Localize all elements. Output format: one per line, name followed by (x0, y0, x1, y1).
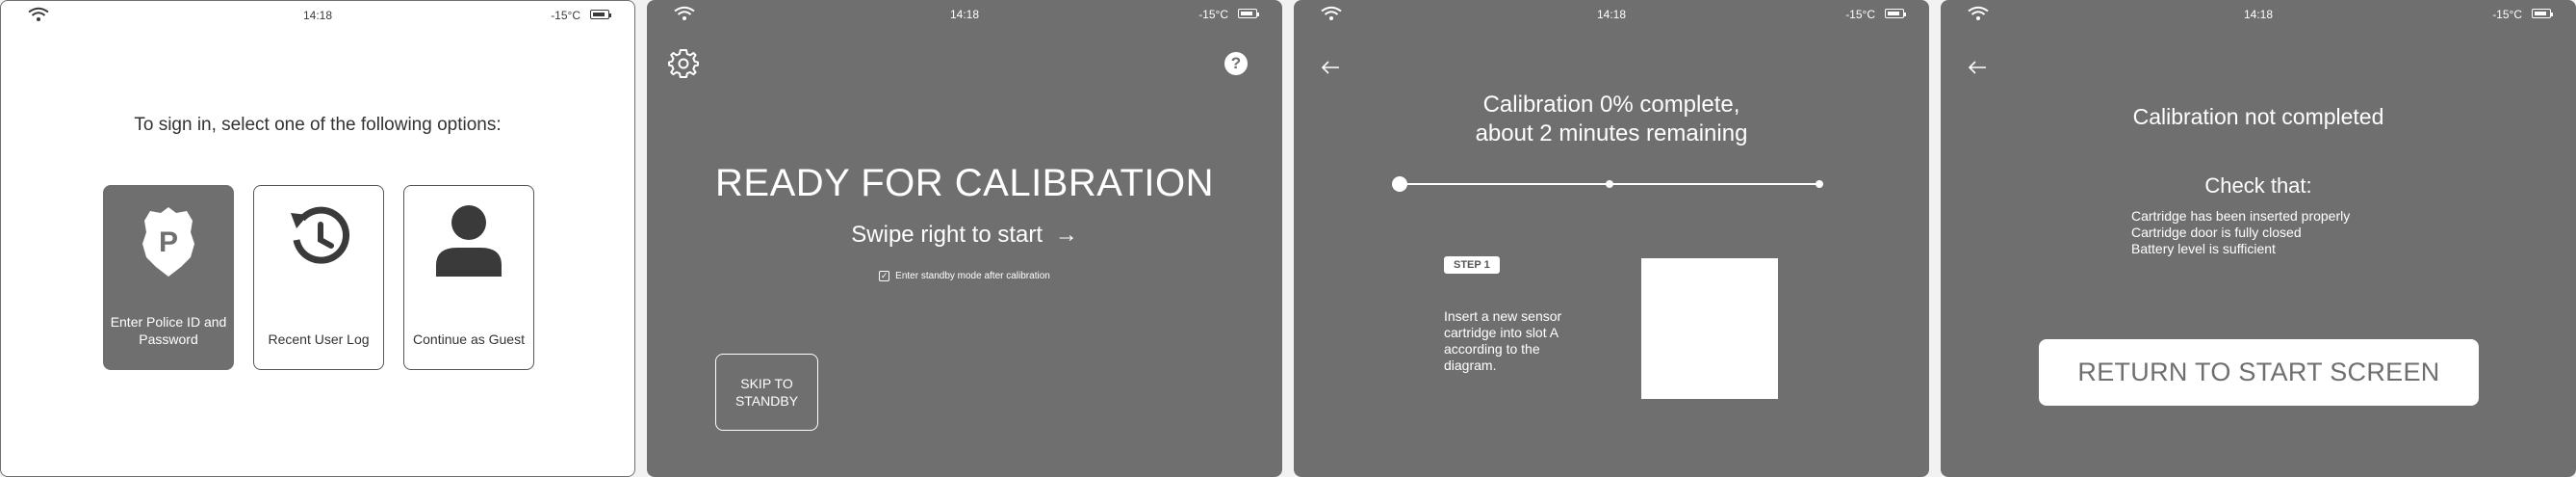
status-temperature: -15°C (551, 9, 580, 22)
status-bar: 14:18 -15°C (647, 0, 1282, 27)
standby-option[interactable]: ✓ Enter standby mode after calibration (647, 271, 1282, 281)
help-icon[interactable]: ? (1224, 52, 1248, 75)
recent-user-log-option[interactable]: Recent User Log (253, 185, 384, 370)
status-temperature: -15°C (1198, 8, 1228, 21)
return-to-start-button[interactable]: RETURN TO START SCREEN (2039, 339, 2479, 406)
continue-guest-label: Continue as Guest (413, 331, 525, 347)
ready-screen: 14:18 -15°C ? READY FOR CALIBRATION Swip… (647, 0, 1282, 477)
settings-gear-icon[interactable] (668, 48, 699, 79)
status-temperature: -15°C (1845, 8, 1875, 21)
signin-screen: 14:18 -15°C To sign in, select one of th… (0, 0, 635, 477)
person-icon (436, 205, 502, 277)
svg-text:P: P (159, 226, 178, 258)
check-heading: Check that: (2204, 173, 2312, 198)
check-list: Cartridge has been inserted properly Car… (2131, 208, 2350, 257)
police-id-option[interactable]: P Enter Police ID and Password (103, 185, 234, 370)
status-time: 14:18 (302, 9, 333, 22)
calibration-percent-line: Calibration 0% complete, (1482, 92, 1740, 118)
status-temperature: -15°C (2492, 8, 2522, 21)
recent-user-log-label: Recent User Log (268, 331, 370, 347)
check-item: Battery level is sufficient (2131, 241, 2276, 256)
battery-icon (590, 10, 611, 19)
battery-icon (2532, 9, 2553, 18)
standby-label: Enter standby mode after calibration (895, 271, 1050, 281)
police-badge-icon: P (142, 207, 194, 277)
status-bar: 14:18 -15°C (1294, 0, 1929, 27)
step-badge: STEP 1 (1444, 256, 1500, 274)
calibration-progress-bar (1392, 176, 1823, 192)
arrow-right-icon: → (1054, 222, 1078, 248)
calibration-failed-title: Calibration not completed (2132, 104, 2384, 129)
signin-prompt: To sign in, select one of the following … (134, 115, 502, 135)
back-arrow-icon[interactable] (1321, 60, 1340, 75)
status-bar: 14:18 -15°C (1, 1, 634, 28)
calibration-failed-screen: 14:18 -15°C Calibration not completed Ch… (1941, 0, 2576, 477)
skip-to-standby-button[interactable]: SKIP TO STANDBY (715, 354, 818, 431)
calibration-status-title: Calibration 0% complete, about 2 minutes… (1294, 91, 1929, 148)
status-time: 14:18 (1596, 8, 1627, 21)
swipe-to-start[interactable]: Swipe right to start → (647, 222, 1282, 249)
skip-label-line1: SKIP TO (740, 376, 793, 391)
battery-icon (1238, 9, 1259, 18)
status-time: 14:18 (949, 8, 980, 21)
skip-label-line2: STANDBY (734, 393, 799, 409)
continue-guest-option[interactable]: Continue as Guest (403, 185, 534, 370)
status-time: 14:18 (2243, 8, 2274, 21)
standby-checkbox[interactable]: ✓ (879, 271, 890, 281)
swipe-label: Swipe right to start (851, 222, 1043, 248)
battery-icon (1885, 9, 1906, 18)
step-instruction: Insert a new sensor cartridge into slot … (1444, 308, 1562, 373)
back-arrow-icon[interactable] (1968, 60, 1987, 75)
police-id-option-label: Enter Police ID and Password (110, 314, 227, 347)
check-item: Cartridge door is fully closed (2131, 225, 2302, 240)
calibration-progress-screen: 14:18 -15°C Calibration 0% complete, abo… (1294, 0, 1929, 477)
cartridge-diagram (1641, 258, 1778, 399)
status-bar: 14:18 -15°C (1941, 0, 2576, 27)
check-item: Cartridge has been inserted properly (2131, 208, 2351, 224)
calibration-remaining-line: about 2 minutes remaining (1475, 120, 1748, 146)
history-icon (291, 206, 350, 264)
ready-title: READY FOR CALIBRATION (715, 162, 1214, 204)
